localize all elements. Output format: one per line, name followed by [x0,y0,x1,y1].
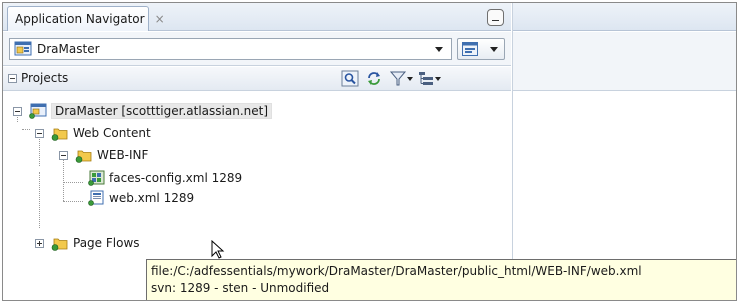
tree-node-label: WEB-INF [97,148,149,162]
application-navigator-panel: Application Navigator × DraMaster Projec… [3,3,511,300]
tooltip-svn-status: svn: 1289 - sten - Unmodified [151,281,330,295]
tree-node-dramaster[interactable]: DraMaster [scotttiger.atlassian.net] [29,101,273,121]
screenshot-frame: Application Navigator × DraMaster Projec… [2,2,737,301]
tree-connector [63,182,83,183]
tree-node-label: DraMaster [scotttiger.atlassian.net] [51,103,273,119]
right-tab-strip [513,3,736,31]
tree-node-web-content[interactable]: Web Content [51,123,151,143]
structure-dropdown-chevron-icon[interactable] [435,77,441,81]
tree-node-label: web.xml 1289 [109,191,195,205]
close-icon[interactable]: × [155,12,165,26]
navigator-tab-bar: Application Navigator × [3,3,511,31]
structure-options-icon[interactable] [417,70,435,87]
project-icon [29,103,47,119]
refresh-search-icon[interactable] [341,70,359,87]
tree-connector [22,129,30,130]
mouse-cursor-icon [211,240,225,259]
tab-label: Application Navigator [15,12,145,26]
tree-node-label: faces-config.xml 1289 [109,171,243,185]
folder-icon [51,238,68,251]
application-menu-icon [462,42,478,56]
expander-icon[interactable] [35,239,44,248]
sync-icon[interactable] [365,70,383,87]
tree-node-web-xml[interactable]: web.xml 1289 [87,188,194,208]
file-tooltip: file:/C:/adfessentials/mywork/DraMaster/… [146,259,736,300]
tree-node-page-flows[interactable]: Page Flows [51,233,140,253]
projects-header[interactable]: Projects [3,67,511,91]
tree-connector [39,172,40,228]
right-empty-area [512,3,736,300]
tree-node-label: Page Flows [73,236,140,250]
xml-file-icon [88,190,104,206]
expander-icon[interactable] [35,129,44,138]
tooltip-file-path: file:/C:/adfessentials/mywork/DraMaster/… [151,264,642,278]
filter-dropdown-chevron-icon[interactable] [407,77,413,81]
application-select[interactable]: DraMaster [9,38,452,60]
xml-config-file-icon [88,170,105,186]
folder-icon [51,128,68,141]
application-menu-button[interactable] [457,38,505,60]
right-toolbar-strip [513,32,736,91]
minimize-button[interactable] [487,9,504,26]
tab-application-navigator[interactable]: Application Navigator × [7,6,165,31]
tree-node-web-inf[interactable]: WEB-INF [75,145,148,165]
application-name: DraMaster [37,42,100,56]
tree-node-faces-config[interactable]: faces-config.xml 1289 [87,168,242,188]
application-icon [14,41,32,56]
tree-connector [63,160,64,201]
expander-icon[interactable] [13,107,22,116]
tree-connector [63,201,83,202]
application-selector-row: DraMaster [3,32,511,66]
chevron-down-icon [435,47,443,52]
projects-label: Projects [21,71,69,85]
tree-node-label: Web Content [73,126,151,140]
filter-icon[interactable] [389,70,407,87]
expander-icon[interactable] [59,151,68,160]
folder-icon [75,150,92,163]
chevron-down-icon [490,47,498,52]
collapse-icon[interactable] [8,74,17,83]
